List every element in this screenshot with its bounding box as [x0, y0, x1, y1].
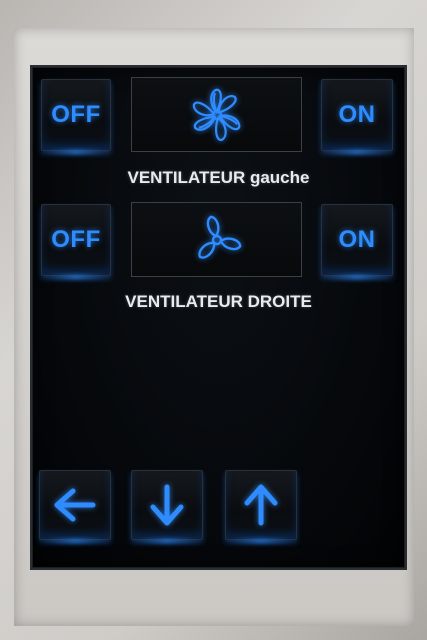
fan-right-status-panel: [131, 202, 302, 277]
fan-left-status-panel: [131, 77, 302, 152]
fan-right-off-button[interactable]: OFF: [41, 204, 111, 276]
scroll-down-button[interactable]: [131, 470, 203, 540]
fan-left-title: VENTILATEUR gauche: [127, 168, 310, 187]
arrow-up-icon: [244, 484, 278, 526]
fan-spinning-icon: [192, 88, 240, 141]
fan-right-on-button[interactable]: ON: [321, 204, 393, 276]
scroll-up-button[interactable]: [225, 470, 297, 540]
fan-left-on-button[interactable]: ON: [321, 79, 393, 151]
arrow-left-icon: [54, 488, 96, 522]
touch-screen: OFF ON VENTILATEUR gauche OFF ON VENTILA…: [32, 67, 405, 568]
fan-right-title: VENTILATEUR DROITE: [125, 292, 312, 311]
fan-icon: [197, 215, 241, 259]
fan-left-off-button[interactable]: OFF: [41, 79, 111, 151]
back-button[interactable]: [39, 470, 111, 540]
arrow-down-icon: [150, 484, 184, 526]
